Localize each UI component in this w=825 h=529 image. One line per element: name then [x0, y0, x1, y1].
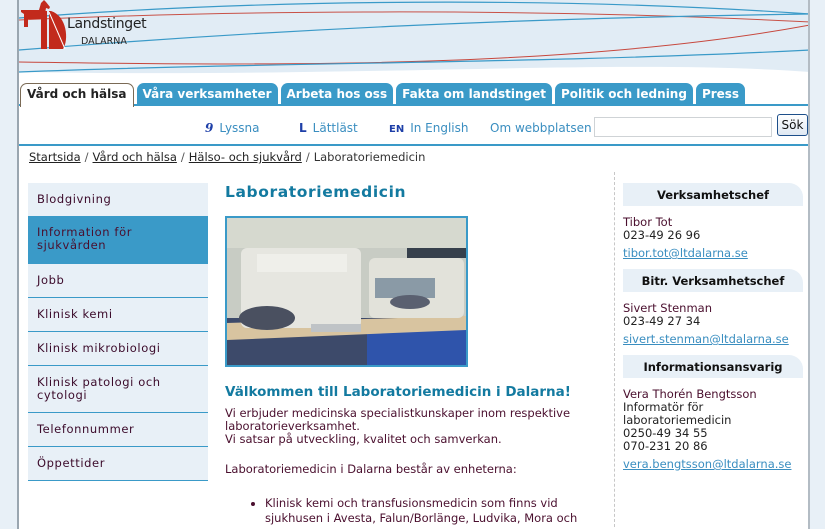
list-item: Klinisk kemi och transfusionsmedicin som… — [265, 496, 600, 526]
contact-phone: 023-49 27 34 — [623, 314, 701, 328]
main-navigation-tabs: Vård och hälsa Våra verksamheter Arbeta … — [19, 83, 808, 107]
units-list: Klinisk kemi och transfusionsmedicin som… — [225, 496, 600, 526]
sidebar-item-oppettider[interactable]: Öppettider — [28, 447, 208, 481]
breadcrumb-separator: / — [305, 150, 310, 164]
column-divider — [614, 172, 615, 529]
breadcrumb-link-vard-och-halsa[interactable]: Vård och hälsa — [93, 150, 177, 164]
tab-vard-och-halsa[interactable]: Vård och hälsa — [20, 83, 134, 107]
breadcrumb-separator: / — [180, 150, 185, 164]
utility-bar: 9 Lyssna L Lättläst EN In English Om webbpl… — [19, 111, 808, 146]
header-banner: Landstinget DALARNA — [19, 0, 808, 78]
intro-paragraph: Vi erbjuder medicinska specialistkunskap… — [225, 407, 600, 446]
tab-arbeta-hos-oss[interactable]: Arbeta hos oss — [280, 83, 394, 105]
units-intro: Laboratoriemedicin i Dalarna består av e… — [225, 462, 517, 476]
contact-box-bitr-verksamhetschef: Bitr. Verksamhetschef Sivert Stenman 023… — [623, 269, 803, 346]
page: Landstinget DALARNA Vård och hälsa Våra … — [17, 0, 810, 529]
listen-link[interactable]: 9 Lyssna — [205, 121, 260, 135]
sidebar-item-klinisk-patologi-och-cytologi[interactable]: Klinisk patologi och cytologi — [28, 366, 208, 413]
contact-email-link[interactable]: sivert.stenman@ltdalarna.se — [623, 333, 789, 346]
contact-email-link[interactable]: vera.bengtsson@ltdalarna.se — [623, 458, 791, 471]
main-content: Laboratoriemedicin Välkommen till Labora… — [225, 183, 600, 526]
logo-title: Landstinget — [67, 16, 147, 32]
breadcrumb-link-startsida[interactable]: Startsida — [29, 150, 81, 164]
contact-mobile: 070-231 20 86 — [623, 439, 708, 453]
english-link[interactable]: EN In English — [389, 121, 469, 135]
lab-photo — [225, 216, 468, 367]
contact-phone: 023-49 26 96 — [623, 228, 701, 242]
intro-line-2: Vi satsar på utveckling, kvalitet och sa… — [225, 432, 502, 446]
lab-photo-image — [227, 218, 466, 365]
dala-horse-icon — [21, 0, 50, 27]
contact-email-link[interactable]: tibor.tot@ltdalarna.se — [623, 247, 748, 260]
contact-heading: Verksamhetschef — [623, 183, 803, 206]
search-button[interactable]: Sök — [777, 114, 808, 136]
english-icon: EN — [389, 124, 405, 135]
sidebar-item-telefonnummer[interactable]: Telefonnummer — [28, 413, 208, 447]
tab-politik-och-ledning[interactable]: Politik och ledning — [554, 83, 693, 105]
sidebar-nav: Blodgivning Information för sjukvården J… — [28, 183, 208, 481]
contact-box-verksamhetschef: Verksamhetschef Tibor Tot 023-49 26 96 t… — [623, 183, 803, 260]
tab-press[interactable]: Press — [695, 83, 746, 105]
sidebar-item-information-for-sjukvarden[interactable]: Information för sjukvården — [28, 216, 208, 264]
welcome-heading: Välkommen till Laboratoriemedicin i Dala… — [225, 384, 571, 400]
tab-fakta-om-landstinget[interactable]: Fakta om landstinget — [396, 83, 552, 105]
breadcrumb-separator: / — [84, 150, 89, 164]
breadcrumb: Startsida / Vård och hälsa / Hälso- och sjuk… — [29, 150, 425, 164]
contact-heading: Informationsansvarig — [623, 355, 803, 378]
ear-icon: 9 — [205, 121, 214, 135]
tab-vara-verksamheter[interactable]: Våra verksamheter — [136, 83, 278, 105]
sidebar-item-klinisk-mikrobiologi[interactable]: Klinisk mikrobiologi — [28, 332, 208, 366]
listen-label: Lyssna — [219, 121, 260, 135]
breadcrumb-link-halso-och-sjukvard[interactable]: Hälso- och sjukvård — [189, 150, 302, 164]
sidebar-item-jobb[interactable]: Jobb — [28, 264, 208, 298]
page-title: Laboratoriemedicin — [225, 183, 407, 201]
contact-box-informationsansvarig: Informationsansvarig Vera Thorén Bengtss… — [623, 355, 803, 471]
easy-read-link[interactable]: L Lättläst — [299, 121, 358, 135]
contacts-column: Verksamhetschef Tibor Tot 023-49 26 96 t… — [623, 183, 803, 480]
about-site-link[interactable]: Om webbplatsen — [490, 121, 592, 135]
contact-heading: Bitr. Verksamhetschef — [623, 269, 803, 292]
logo-subtitle: DALARNA — [81, 36, 127, 47]
breadcrumb-current: Laboratoriemedicin — [313, 150, 426, 164]
search-input[interactable] — [594, 117, 772, 137]
easy-read-label: Lättläst — [312, 121, 358, 135]
intro-line-1: Vi erbjuder medicinska specialistkunskap… — [225, 406, 571, 433]
sidebar-item-klinisk-kemi[interactable]: Klinisk kemi — [28, 298, 208, 332]
sidebar-item-blodgivning[interactable]: Blodgivning — [28, 183, 208, 216]
english-label: In English — [410, 121, 469, 135]
easy-read-icon: L — [299, 121, 307, 135]
logo[interactable]: Landstinget DALARNA — [39, 10, 169, 55]
